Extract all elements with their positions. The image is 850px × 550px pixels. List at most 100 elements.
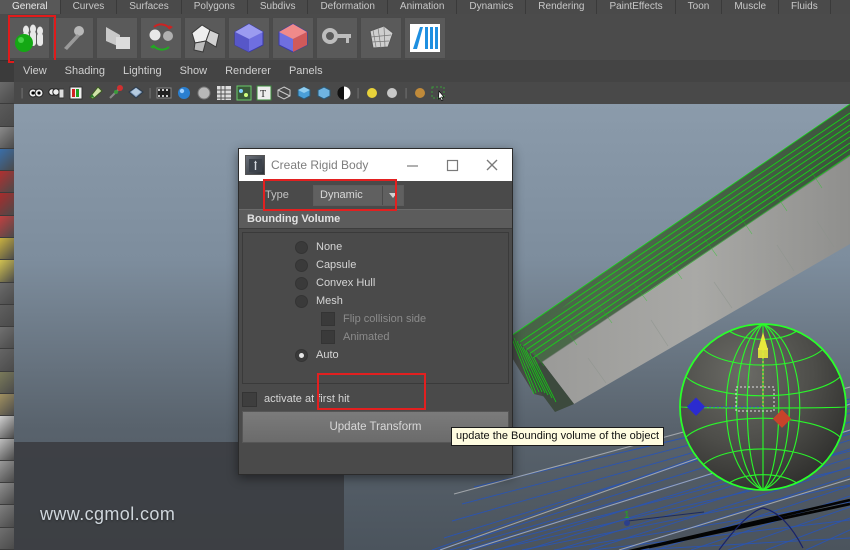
- use-default-light-icon[interactable]: [195, 84, 213, 102]
- create-dynamic-joint-icon[interactable]: [140, 17, 182, 59]
- shadows-icon[interactable]: [215, 84, 233, 102]
- shelf-tab-fluids[interactable]: Fluids: [779, 0, 831, 14]
- create-rigid-body-dialog[interactable]: Create Rigid Body Type Dynamic Bounding …: [238, 148, 513, 475]
- radio-indicator: [295, 348, 308, 362]
- hardware-render-icon[interactable]: [295, 84, 313, 102]
- grease-pencil-icon[interactable]: [107, 84, 125, 102]
- hardware-texturing-icon[interactable]: [175, 84, 193, 102]
- viewport-menu-panels[interactable]: Panels: [280, 60, 332, 82]
- create-ragdoll-icon[interactable]: [96, 17, 138, 59]
- shelf-tab-general[interactable]: General: [0, 0, 61, 14]
- wireframe-on-shaded-icon[interactable]: [275, 84, 293, 102]
- left-strip-item-8[interactable]: [0, 260, 14, 283]
- create-rigid-body-icon[interactable]: [8, 17, 50, 59]
- shelf-tab-muscle[interactable]: Muscle: [722, 0, 780, 14]
- left-strip-item-17[interactable]: [0, 460, 14, 484]
- left-strip-item-3[interactable]: [0, 148, 14, 172]
- radio-auto[interactable]: Auto: [243, 346, 508, 364]
- dialog-title: Create Rigid Body: [271, 158, 369, 172]
- left-strip-item-16[interactable]: [0, 438, 14, 461]
- create-glue-icon[interactable]: [272, 17, 314, 59]
- left-strip-item-10[interactable]: [0, 304, 14, 328]
- shelf-tab-curves[interactable]: Curves: [61, 0, 118, 14]
- film-gate-icon[interactable]: [411, 84, 429, 102]
- create-key-icon[interactable]: [316, 17, 358, 59]
- radio-none[interactable]: None: [243, 238, 508, 256]
- left-strip-item-1[interactable]: [0, 104, 14, 127]
- image-plane-icon[interactable]: [67, 84, 85, 102]
- left-strip-item-18[interactable]: [0, 483, 14, 506]
- toolbar-separator: |: [404, 87, 408, 99]
- left-strip-item-0[interactable]: [0, 82, 14, 105]
- close-icon[interactable]: [472, 149, 512, 181]
- radio-convex-hull[interactable]: Convex Hull: [243, 274, 508, 292]
- grid-display-icon[interactable]: [383, 84, 401, 102]
- svg-text:1: 1: [624, 510, 630, 521]
- left-strip-item-7[interactable]: [0, 237, 14, 261]
- left-strip-item-5[interactable]: [0, 193, 14, 216]
- radio-capsule[interactable]: Capsule: [243, 256, 508, 274]
- xray-joints-icon[interactable]: T: [255, 84, 273, 102]
- left-strip-item-2[interactable]: [0, 126, 14, 149]
- radio-indicator: [295, 240, 308, 254]
- shelf-tab-surfaces[interactable]: Surfaces: [117, 0, 182, 14]
- checkbox-flip-collision-side[interactable]: Flip collision side: [243, 310, 508, 328]
- viewport-icon-bar: | | T | |: [14, 82, 850, 104]
- toolbar-separator: |: [20, 87, 24, 99]
- nail-constraint-icon[interactable]: [52, 17, 94, 59]
- viewport-menu-lighting[interactable]: Lighting: [114, 60, 171, 82]
- left-strip-item-4[interactable]: [0, 171, 14, 194]
- camera-bookmarks-icon[interactable]: [47, 84, 65, 102]
- left-strip-item-15[interactable]: [0, 416, 14, 439]
- create-softbody-icon[interactable]: [360, 17, 402, 59]
- left-strip-item-20[interactable]: [0, 527, 14, 550]
- left-strip-item-11[interactable]: [0, 327, 14, 350]
- activate-at-first-hit-checkbox[interactable]: [242, 391, 257, 407]
- checkbox-animated[interactable]: Animated: [243, 328, 508, 346]
- shelf-tab-deformation[interactable]: Deformation: [308, 0, 388, 14]
- viewport-menu-show[interactable]: Show: [171, 60, 217, 82]
- camera-attributes-icon[interactable]: [27, 84, 45, 102]
- shelf-tab-animation[interactable]: Animation: [388, 0, 458, 14]
- type-dropdown[interactable]: Dynamic: [313, 184, 404, 206]
- smooth-shade-all-icon[interactable]: [155, 84, 173, 102]
- shelf-tab-painteffects[interactable]: PaintEffects: [597, 0, 676, 14]
- bounding-volume-section-header: Bounding Volume: [239, 209, 512, 229]
- shelf-tab-dynamics[interactable]: Dynamics: [457, 0, 527, 14]
- shelf-tab-polygons[interactable]: Polygons: [182, 0, 248, 14]
- shatter-object-icon[interactable]: [184, 17, 226, 59]
- show-manipulator-icon[interactable]: [363, 84, 381, 102]
- activate-at-first-hit-row[interactable]: activate at first hit: [239, 390, 512, 408]
- viewport-menu-view[interactable]: View: [14, 60, 56, 82]
- tooltip: update the Bounding volume of the object: [451, 427, 665, 446]
- left-strip-item-12[interactable]: [0, 349, 14, 372]
- shelf-tab-rendering[interactable]: Rendering: [526, 0, 598, 14]
- left-strip-item-19[interactable]: [0, 505, 14, 528]
- left-strip-item-6[interactable]: [0, 215, 14, 238]
- create-cloth-icon[interactable]: [404, 17, 446, 59]
- dialog-title-bar[interactable]: Create Rigid Body: [239, 149, 512, 181]
- xray-icon[interactable]: [235, 84, 253, 102]
- isolate-select-icon[interactable]: [335, 84, 353, 102]
- minimize-icon[interactable]: [392, 149, 432, 181]
- type-dropdown-value: Dynamic: [314, 185, 383, 205]
- wireframe-shading-icon[interactable]: [127, 84, 145, 102]
- shelf-tab-toon[interactable]: Toon: [676, 0, 723, 14]
- radio-mesh[interactable]: Mesh: [243, 292, 508, 310]
- viewport-menu-renderer[interactable]: Renderer: [216, 60, 280, 82]
- two-d-pan-zoom-icon[interactable]: [87, 84, 105, 102]
- viewport-menu-shading[interactable]: Shading: [56, 60, 114, 82]
- update-transform-label: Update Transform: [329, 421, 422, 433]
- chevron-down-icon[interactable]: [383, 185, 403, 205]
- left-strip-item-9[interactable]: [0, 282, 14, 305]
- resolution-gate-icon[interactable]: [431, 84, 449, 102]
- create-cluster-icon[interactable]: [228, 17, 270, 59]
- radio-label: Mesh: [316, 295, 343, 307]
- maximize-icon[interactable]: [432, 149, 472, 181]
- maya-nail-icon: [245, 155, 265, 175]
- left-tool-strip[interactable]: [0, 82, 15, 550]
- shelf-tab-subdivs[interactable]: Subdivs: [248, 0, 309, 14]
- high-quality-render-icon[interactable]: [315, 84, 333, 102]
- left-strip-item-13[interactable]: [0, 371, 14, 394]
- left-strip-item-14[interactable]: [0, 393, 14, 417]
